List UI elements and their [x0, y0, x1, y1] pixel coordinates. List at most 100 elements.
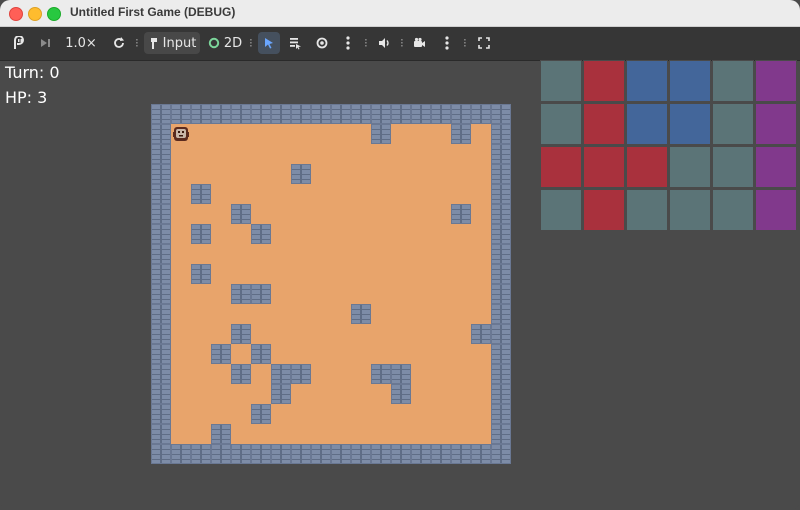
maximize-window-icon[interactable]	[47, 7, 61, 21]
floor-tile	[391, 264, 411, 284]
floor-tile	[411, 364, 431, 384]
separator: ⁝	[249, 36, 253, 50]
wall-tile	[351, 444, 371, 464]
floor-tile	[211, 364, 231, 384]
floor-tile	[351, 144, 371, 164]
floor-tile	[311, 224, 331, 244]
speed-button[interactable]: 1.0×	[64, 32, 98, 54]
wall-tile	[291, 164, 311, 184]
floor-tile	[391, 184, 411, 204]
floor-tile	[471, 304, 491, 324]
tile-slate	[626, 189, 668, 231]
floor-tile	[431, 264, 451, 284]
floor-tile	[471, 264, 491, 284]
floor-tile	[471, 224, 491, 244]
visibility-button[interactable]	[311, 32, 333, 54]
floor-tile	[231, 144, 251, 164]
camera-button[interactable]	[408, 32, 430, 54]
floor-tile	[371, 264, 391, 284]
eye-icon	[316, 37, 328, 49]
floor-tile	[231, 124, 251, 144]
tile-blue	[669, 60, 711, 102]
floor-tile	[431, 164, 451, 184]
camera-options-button[interactable]	[438, 32, 456, 54]
wall-tile	[451, 204, 471, 224]
tile-slate	[712, 189, 754, 231]
wall-tile	[491, 164, 511, 184]
floor-tile	[371, 244, 391, 264]
wall-tile	[291, 444, 311, 464]
tile-blue	[669, 103, 711, 145]
floor-tile	[171, 144, 191, 164]
wall-tile	[151, 364, 171, 384]
floor-tile	[471, 164, 491, 184]
floor-tile	[371, 184, 391, 204]
floor-tile	[391, 244, 411, 264]
wall-tile	[231, 324, 251, 344]
floor-tile	[411, 224, 431, 244]
floor-tile	[271, 144, 291, 164]
wall-tile	[491, 264, 511, 284]
floor-tile	[471, 144, 491, 164]
wall-tile	[431, 444, 451, 464]
floor-tile	[411, 304, 431, 324]
separator: ⁝	[364, 36, 368, 50]
tile-slate	[712, 60, 754, 102]
view-2d-icon	[208, 37, 220, 49]
game-window: Untitled First Game (DEBUG) 1.0× ⁝ Input…	[0, 0, 800, 510]
floor-tile	[431, 184, 451, 204]
fullscreen-button[interactable]	[473, 32, 495, 54]
audio-button[interactable]	[373, 32, 395, 54]
wall-tile	[491, 384, 511, 404]
floor-tile	[291, 204, 311, 224]
floor-tile	[271, 304, 291, 324]
floor-tile	[271, 404, 291, 424]
separator: ⁝	[463, 36, 467, 50]
view-2d-button[interactable]: 2D	[206, 32, 244, 54]
floor-tile	[211, 124, 231, 144]
select-mode-button[interactable]	[258, 32, 280, 54]
speaker-icon	[379, 38, 389, 48]
floor-tile	[391, 304, 411, 324]
wall-tile	[491, 424, 511, 444]
camera-icon	[414, 37, 425, 47]
floor-tile	[411, 164, 431, 184]
floor-tile	[311, 344, 331, 364]
wall-tile	[251, 284, 271, 304]
more-options-button[interactable]	[339, 32, 357, 54]
wall-tile	[271, 444, 291, 464]
wall-tile	[491, 124, 511, 144]
pause-game-icon	[14, 36, 25, 49]
floor-tile	[311, 244, 331, 264]
floor-tile	[331, 284, 351, 304]
close-window-icon[interactable]	[9, 7, 23, 21]
pause-game-button[interactable]	[8, 32, 30, 54]
list-select-button[interactable]	[284, 32, 306, 54]
wall-tile	[151, 324, 171, 344]
wall-tile	[471, 104, 491, 124]
floor-tile	[451, 224, 471, 244]
game-board[interactable]	[151, 104, 511, 464]
fullscreen-icon	[478, 37, 490, 49]
floor-tile	[311, 384, 331, 404]
next-frame-button[interactable]	[34, 32, 56, 54]
tile-purple	[755, 103, 797, 145]
input-button[interactable]: Input	[144, 32, 200, 54]
wall-tile	[471, 444, 491, 464]
tile-red	[583, 60, 625, 102]
floor-tile	[331, 124, 351, 144]
minimize-window-icon[interactable]	[28, 7, 42, 21]
floor-tile	[451, 264, 471, 284]
floor-tile	[331, 344, 351, 364]
floor-tile	[251, 324, 271, 344]
floor-tile	[451, 284, 471, 304]
floor-tile	[471, 124, 491, 144]
floor-tile	[271, 224, 291, 244]
floor-tile	[471, 344, 491, 364]
reset-button[interactable]	[108, 32, 130, 54]
floor-tile	[351, 364, 371, 384]
floor-tile	[191, 124, 211, 144]
floor-tile	[171, 304, 191, 324]
floor-tile	[451, 164, 471, 184]
floor-tile	[371, 324, 391, 344]
